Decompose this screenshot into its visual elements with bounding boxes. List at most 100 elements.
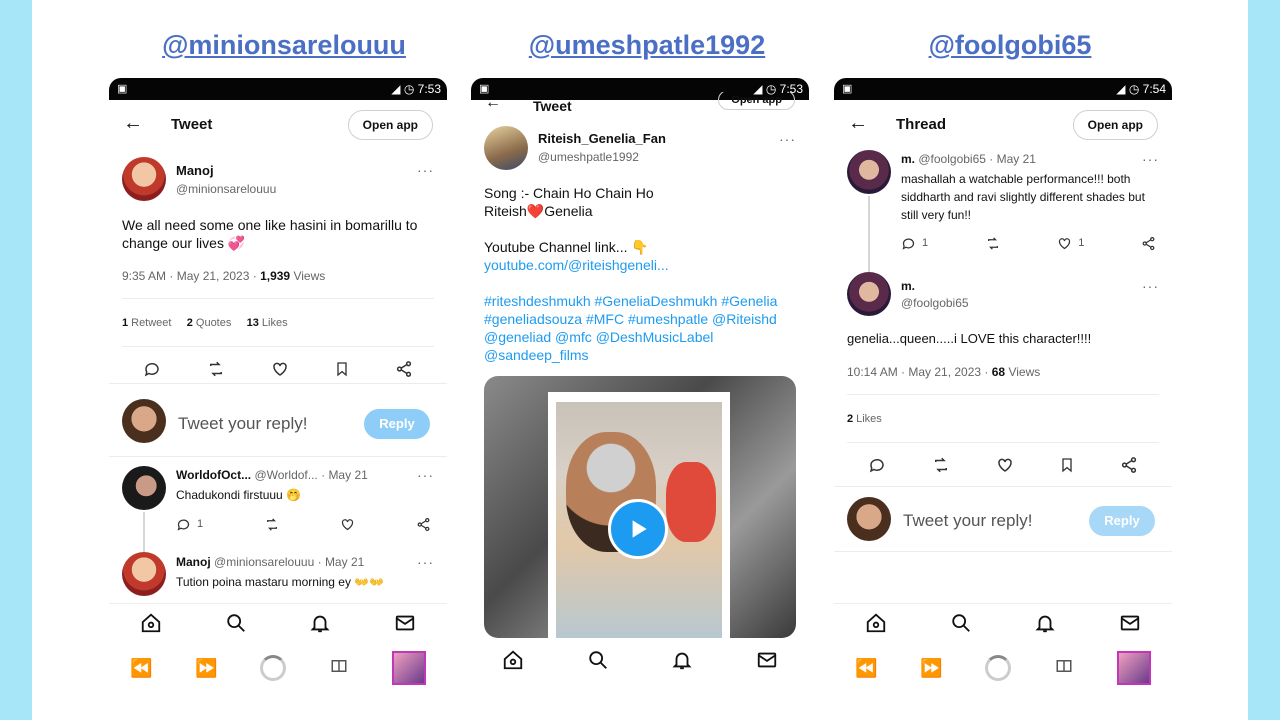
like-icon[interactable]: [340, 517, 355, 532]
bookmark-icon[interactable]: [334, 360, 350, 378]
play-button[interactable]: [608, 499, 668, 559]
home-icon[interactable]: [502, 649, 524, 676]
search-icon[interactable]: [587, 649, 609, 676]
like-icon[interactable]: 1: [1057, 236, 1084, 251]
home-icon[interactable]: [865, 612, 887, 639]
reply-icon[interactable]: 1: [176, 517, 203, 532]
author-name[interactable]: Riteish_Genelia_Fan: [538, 131, 666, 146]
retweets-count[interactable]: 1: [122, 317, 128, 329]
phone-screen-1: ▣ ◢ ◷ 7:53 ← Tweet Open app Manoj @minio…: [109, 78, 447, 720]
open-app-button[interactable]: Open app: [1072, 110, 1158, 140]
signal-icon: ◢: [391, 82, 401, 96]
likes-count[interactable]: 13: [247, 317, 259, 329]
more-icon[interactable]: ···: [417, 162, 434, 178]
back-arrow-icon[interactable]: ←: [848, 112, 868, 135]
more-icon[interactable]: ···: [779, 131, 796, 147]
avatar[interactable]: [122, 157, 166, 201]
reply-count: 1: [197, 518, 204, 530]
handle-label-2[interactable]: @umeshpatle1992: [529, 30, 765, 61]
reply-icon[interactable]: [868, 456, 886, 474]
messages-icon[interactable]: [756, 649, 778, 676]
share-icon[interactable]: [1141, 236, 1156, 251]
tabs-icon[interactable]: [329, 657, 349, 680]
loading-spinner-icon: [260, 655, 287, 681]
reply-button[interactable]: Reply: [1089, 506, 1155, 536]
like-count: 1: [1078, 237, 1085, 249]
divider: [847, 394, 1159, 395]
avatar[interactable]: [122, 552, 166, 596]
bottom-nav: [471, 640, 809, 684]
handle-label-3[interactable]: @foolgobi65: [929, 30, 1092, 61]
retweet-icon[interactable]: [206, 360, 226, 378]
reply-input[interactable]: Tweet your reply!: [178, 414, 307, 434]
divider: [122, 346, 434, 347]
more-icon[interactable]: ···: [417, 554, 434, 570]
reply-icon[interactable]: [143, 360, 161, 378]
home-icon[interactable]: [140, 612, 162, 639]
messages-icon[interactable]: [1119, 612, 1141, 639]
page-title: Thread: [896, 116, 947, 133]
retweet-icon[interactable]: [264, 517, 280, 532]
retweets-label[interactable]: Retweet: [131, 317, 171, 329]
open-app-button[interactable]: Open app: [718, 92, 795, 110]
open-app-button[interactable]: Open app: [347, 110, 433, 140]
current-user-avatar[interactable]: [847, 497, 891, 541]
fast-forward-icon[interactable]: ⏩: [195, 658, 217, 679]
rewind-icon[interactable]: ⏪: [855, 658, 877, 679]
notifications-icon[interactable]: [1034, 612, 1056, 639]
browser-bar: ⏪ ⏩: [834, 646, 1172, 690]
reply-author-name: m. @foolgobi65 · May 21: [901, 152, 1036, 166]
handle-label-1[interactable]: @minionsarelouuu: [162, 30, 406, 61]
hashtags[interactable]: #riteshdeshmukh #GeneliaDeshmukh #Geneli…: [484, 292, 802, 364]
avatar[interactable]: [122, 466, 166, 510]
more-icon[interactable]: ···: [1142, 151, 1159, 167]
reply-icon[interactable]: 1: [901, 236, 928, 251]
tabs-icon[interactable]: [1054, 657, 1074, 680]
back-arrow-icon[interactable]: ←: [123, 112, 143, 135]
messages-icon[interactable]: [394, 612, 416, 639]
rewind-icon[interactable]: ⏪: [130, 658, 152, 679]
fast-forward-icon[interactable]: ⏩: [920, 658, 942, 679]
video-thumbnail[interactable]: [484, 376, 796, 638]
like-icon[interactable]: [996, 456, 1014, 474]
more-icon[interactable]: ···: [1142, 278, 1159, 294]
retweet-icon[interactable]: [931, 456, 951, 474]
share-icon[interactable]: [416, 517, 431, 532]
likes-count[interactable]: 2: [847, 413, 853, 425]
author-name[interactable]: m.: [901, 279, 915, 293]
author-username[interactable]: @foolgobi65: [901, 296, 969, 310]
current-user-avatar[interactable]: [122, 399, 166, 443]
retweet-icon[interactable]: [985, 236, 1001, 251]
likes-label[interactable]: Likes: [262, 317, 288, 329]
loading-spinner-icon: [985, 655, 1012, 681]
reply-button[interactable]: Reply: [364, 409, 430, 439]
author-username[interactable]: @minionsarelouuu: [176, 182, 276, 196]
author-username[interactable]: @umeshpatle1992: [538, 150, 639, 164]
profile-thumbnail[interactable]: [391, 651, 426, 685]
share-icon[interactable]: [1120, 456, 1138, 474]
quotes-label[interactable]: Quotes: [196, 317, 231, 329]
like-icon[interactable]: [271, 360, 289, 378]
reply-input[interactable]: Tweet your reply!: [903, 511, 1032, 531]
status-bar: ▣ ◢ ◷ 7:53: [109, 78, 447, 100]
notifications-icon[interactable]: [671, 649, 693, 676]
bookmark-icon[interactable]: [1059, 456, 1075, 474]
top-bar: ← Tweet Open app: [109, 100, 447, 150]
avatar[interactable]: [847, 150, 891, 194]
share-icon[interactable]: [395, 360, 413, 378]
reply-author-name: WorldofOct... @Worldof... · May 21: [176, 468, 368, 482]
profile-thumbnail[interactable]: [1116, 651, 1151, 685]
quotes-count[interactable]: 2: [187, 317, 193, 329]
likes-label[interactable]: Likes: [856, 413, 882, 425]
notifications-icon[interactable]: [309, 612, 331, 639]
youtube-link[interactable]: youtube.com/@riteishgeneli...: [484, 256, 802, 274]
avatar[interactable]: [847, 272, 891, 316]
back-arrow-icon[interactable]: ←: [485, 94, 501, 112]
tweet-meta: 10:14 AM · May 21, 2023 · 68 Views: [847, 365, 1040, 379]
search-icon[interactable]: [950, 612, 972, 639]
author-name[interactable]: Manoj: [176, 163, 214, 178]
avatar[interactable]: [484, 126, 528, 170]
more-icon[interactable]: ···: [417, 467, 434, 483]
thread-line: [868, 196, 870, 272]
search-icon[interactable]: [225, 612, 247, 639]
